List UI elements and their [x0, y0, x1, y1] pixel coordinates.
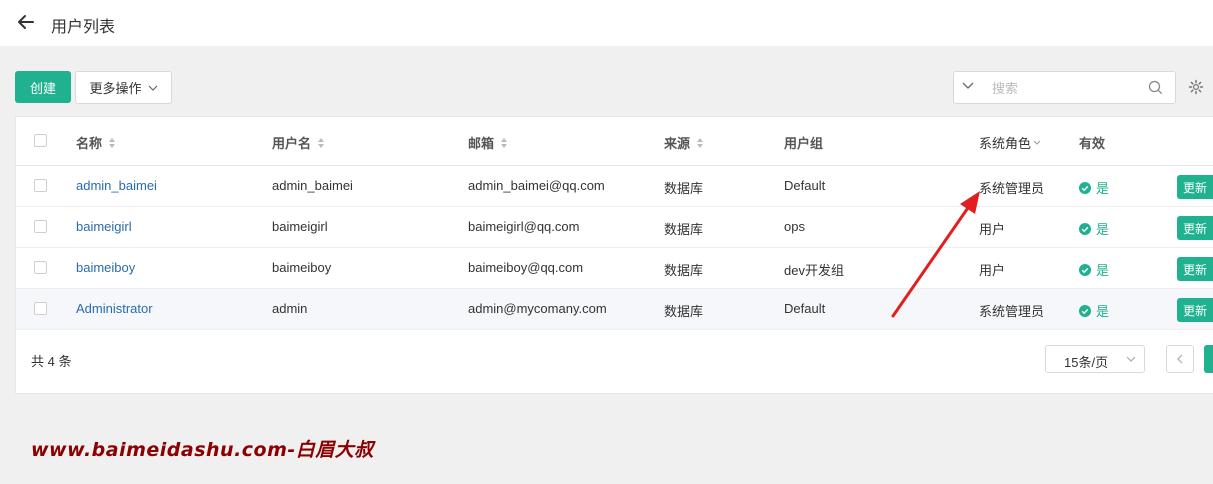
column-header-email[interactable]: 邮箱: [468, 133, 508, 152]
search-icon[interactable]: [1148, 80, 1163, 95]
check-circle-icon: [1079, 304, 1091, 317]
check-circle-icon: [1079, 222, 1091, 235]
column-header-group: 用户组: [784, 136, 824, 151]
valid-status: 是: [1079, 260, 1109, 279]
group-cell: Default: [784, 301, 826, 316]
user-name-link[interactable]: baimeiboy: [76, 260, 135, 275]
source-cell: 数据库: [664, 181, 704, 196]
update-button[interactable]: 更新: [1177, 216, 1213, 240]
watermark-text: www.baimeidashu.com-白眉大叔: [31, 439, 374, 461]
table-row: admin_baimei admin_baimei admin_baimei@q…: [16, 166, 1213, 207]
chevron-left-icon: [1177, 354, 1183, 364]
chevron-down-icon: [1126, 356, 1136, 362]
sort-icon: [318, 137, 325, 148]
check-circle-icon: [1079, 263, 1091, 276]
email-cell: admin@mycomany.com: [468, 301, 607, 316]
email-cell: baimeigirl@qq.com: [468, 219, 580, 234]
source-cell: 数据库: [664, 304, 704, 319]
select-all-checkbox[interactable]: [34, 134, 47, 147]
role-cell: 用户: [979, 263, 1006, 278]
group-cell: ops: [784, 219, 805, 234]
chevron-down-icon: [1033, 140, 1041, 145]
table-row: Administrator admin admin@mycomany.com 数…: [16, 289, 1213, 330]
user-name-link[interactable]: admin_baimei: [76, 178, 157, 193]
page-size-select[interactable]: 15条/页: [1045, 345, 1145, 373]
email-cell: baimeiboy@qq.com: [468, 260, 584, 275]
user-name-link[interactable]: Administrator: [76, 301, 153, 316]
username-cell: admin_baimei: [272, 178, 353, 193]
prev-page-button[interactable]: [1166, 345, 1194, 373]
source-cell: 数据库: [664, 222, 704, 237]
table-row: baimeiboy baimeiboy baimeiboy@qq.com 数据库…: [16, 248, 1213, 289]
role-cell: 用户: [979, 222, 1006, 237]
username-cell: admin: [272, 301, 308, 316]
update-button[interactable]: 更新: [1177, 257, 1213, 281]
top-bar: 用户列表: [0, 0, 1213, 46]
more-actions-button[interactable]: 更多操作: [75, 71, 172, 104]
gear-icon[interactable]: [1188, 79, 1204, 95]
update-button[interactable]: 更新: [1177, 298, 1213, 322]
check-circle-icon: [1079, 181, 1091, 194]
column-header-source[interactable]: 来源: [664, 133, 704, 152]
current-page-button[interactable]: [1204, 345, 1213, 373]
user-table-card: 名称 用户名 邮箱 来源 用户组 系统角色 有效 admin_baimei ad…: [15, 116, 1213, 394]
email-cell: admin_baimei@qq.com: [468, 178, 605, 193]
group-cell: dev开发组: [784, 263, 844, 278]
column-header-valid: 有效: [1079, 136, 1106, 151]
sort-icon: [697, 137, 704, 148]
update-button[interactable]: 更新: [1177, 175, 1213, 199]
row-checkbox[interactable]: [34, 261, 47, 274]
row-checkbox[interactable]: [34, 302, 47, 315]
valid-status: 是: [1079, 301, 1109, 320]
arrow-left-icon[interactable]: [14, 10, 38, 34]
valid-status: 是: [1079, 219, 1109, 238]
table-header: 名称 用户名 邮箱 来源 用户组 系统角色 有效: [16, 117, 1213, 166]
create-button[interactable]: 创建: [15, 71, 71, 103]
sort-icon: [109, 137, 116, 148]
search-box: [953, 71, 1176, 104]
group-cell: Default: [784, 178, 826, 193]
table-row: baimeigirl baimeigirl baimeigirl@qq.com …: [16, 207, 1213, 248]
username-cell: baimeigirl: [272, 219, 328, 234]
toolbar: 创建 更多操作: [0, 46, 1213, 116]
search-input[interactable]: [990, 78, 1140, 98]
sort-icon: [501, 137, 508, 148]
username-cell: baimeiboy: [272, 260, 332, 275]
row-checkbox[interactable]: [34, 220, 47, 233]
more-actions-label: 更多操作: [89, 81, 142, 96]
chevron-down-icon: [148, 85, 157, 91]
chevron-down-icon[interactable]: [962, 82, 974, 90]
total-count: 共 4 条: [31, 354, 72, 369]
page-title: 用户列表: [51, 19, 116, 36]
role-cell: 系统管理员: [979, 181, 1045, 196]
column-header-role[interactable]: 系统角色: [979, 133, 1041, 152]
source-cell: 数据库: [664, 263, 704, 278]
column-header-username[interactable]: 用户名: [272, 133, 325, 152]
role-cell: 系统管理员: [979, 304, 1045, 319]
column-header-name[interactable]: 名称: [76, 133, 116, 152]
user-name-link[interactable]: baimeigirl: [76, 219, 132, 234]
row-checkbox[interactable]: [34, 179, 47, 192]
page-size-label: 15条/页: [1064, 355, 1109, 370]
valid-status: 是: [1079, 178, 1109, 197]
